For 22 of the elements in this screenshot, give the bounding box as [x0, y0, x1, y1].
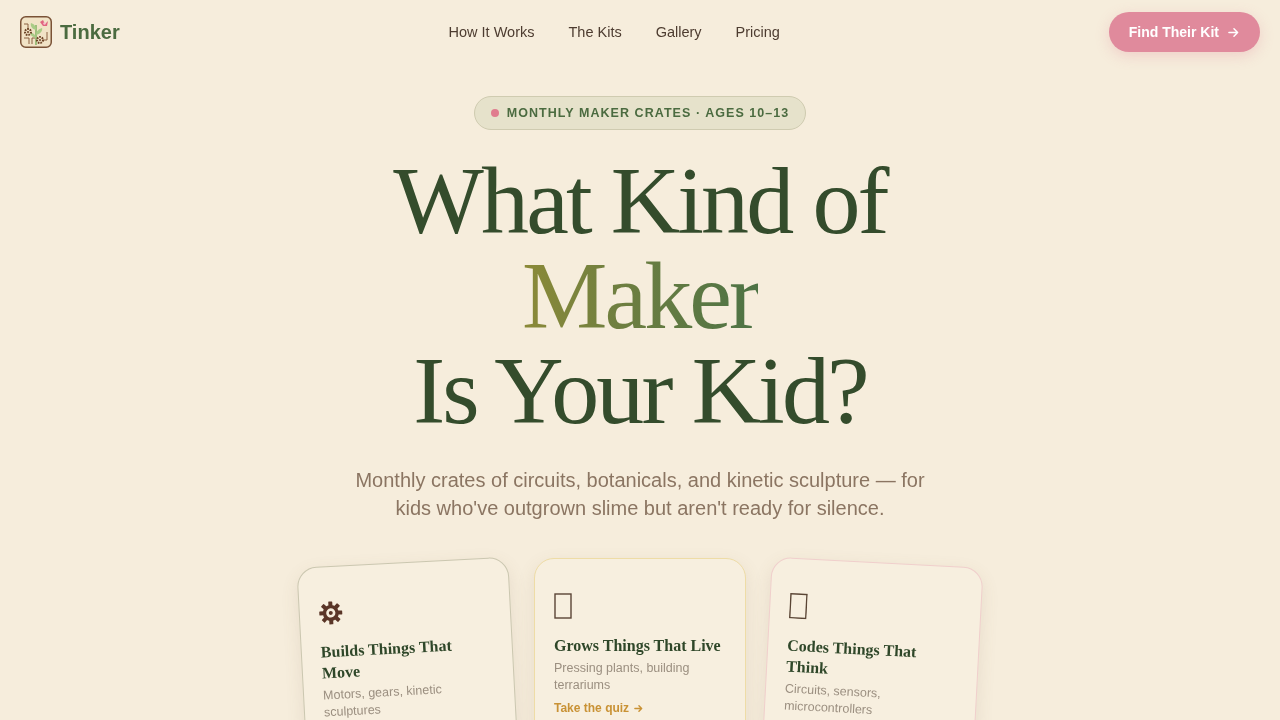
card-title: Builds Things That Move: [320, 635, 454, 684]
hero-subtitle: Monthly crates of circuits, botanicals, and kinetic sculpture — for kids who've outgrown slime but aren't ready for silence.: [354, 468, 926, 521]
brand-name[interactable]: Tinker: [60, 20, 120, 44]
nav-link[interactable]: Pricing: [735, 24, 780, 40]
card-title: Grows Things That Live: [554, 636, 722, 656]
card-description: Circuits, sensors, microcontrollers: [783, 680, 883, 720]
empty-box-icon: [788, 592, 808, 620]
badge-text: MONTHLY MAKER CRATES · AGES 10–13: [506, 106, 790, 120]
empty-box-icon: [554, 593, 572, 619]
nav-link[interactable]: Gallery: [655, 24, 702, 40]
card-title: Codes Things That Think: [785, 635, 918, 679]
logo-icon[interactable]: [20, 16, 52, 48]
arrow-right-icon: [1228, 26, 1239, 38]
hero-heading: What Kind of Maker Is Your Kid?: [392, 153, 890, 438]
card-description: Motors, gears, kinetic sculptures: [322, 681, 444, 720]
arrow-right-icon: [634, 703, 644, 713]
nav-link[interactable]: How It Works: [448, 24, 535, 40]
kit-card[interactable]: Grows Things That Live Pressing plants, building terrariums Take the quiz: [534, 558, 746, 720]
gear-icon: [318, 600, 344, 626]
status-dot-icon: [490, 109, 499, 117]
card-description: Pressing plants, building terrariums: [554, 660, 691, 694]
nav-link[interactable]: The Kits: [568, 24, 622, 40]
